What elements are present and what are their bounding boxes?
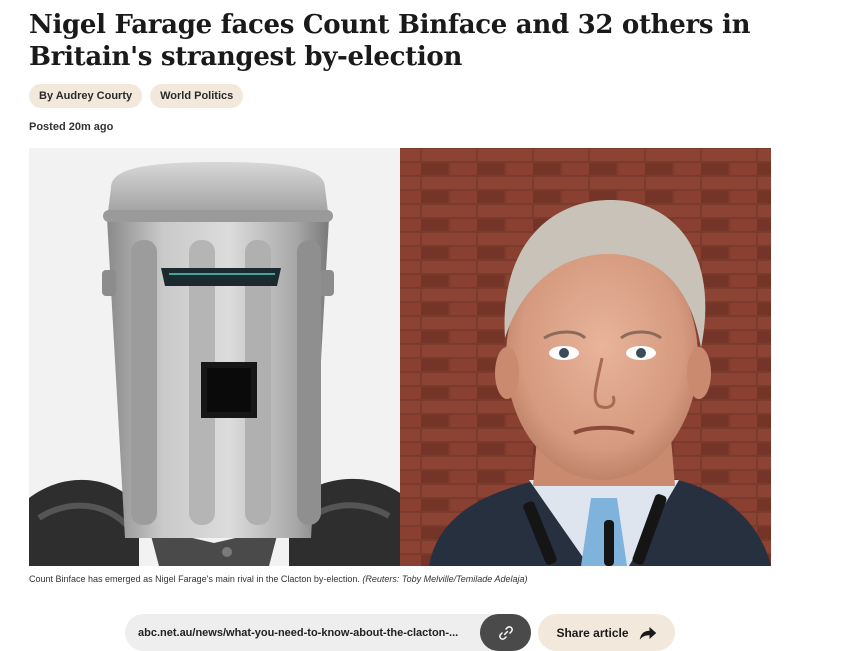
photo-credit: (Reuters: Toby Melville/Temilade Adelaja… bbox=[362, 574, 528, 584]
article-tags: By Audrey Courty World Politics bbox=[29, 84, 244, 108]
topic-tag[interactable]: World Politics bbox=[150, 84, 244, 108]
image-caption: Count Binface has emerged as Nigel Farag… bbox=[29, 574, 527, 584]
author-tag[interactable]: By Audrey Courty bbox=[29, 84, 143, 108]
article-url[interactable]: abc.net.au/news/what-you-need-to-know-ab… bbox=[138, 627, 473, 639]
link-icon bbox=[498, 625, 513, 640]
caption-text: Count Binface has emerged as Nigel Farag… bbox=[29, 574, 360, 584]
url-field[interactable]: abc.net.au/news/what-you-need-to-know-ab… bbox=[125, 614, 510, 651]
share-article-button[interactable]: Share article bbox=[538, 614, 675, 651]
posted-time: Posted 20m ago bbox=[29, 121, 114, 133]
share-bar: abc.net.au/news/what-you-need-to-know-ab… bbox=[125, 614, 675, 651]
share-article-label: Share article bbox=[556, 625, 629, 640]
article-headline: Nigel Farage faces Count Binface and 32 … bbox=[29, 10, 751, 72]
copy-link-button[interactable] bbox=[480, 614, 531, 651]
share-arrow-icon bbox=[639, 626, 656, 640]
hero-image bbox=[29, 148, 771, 566]
